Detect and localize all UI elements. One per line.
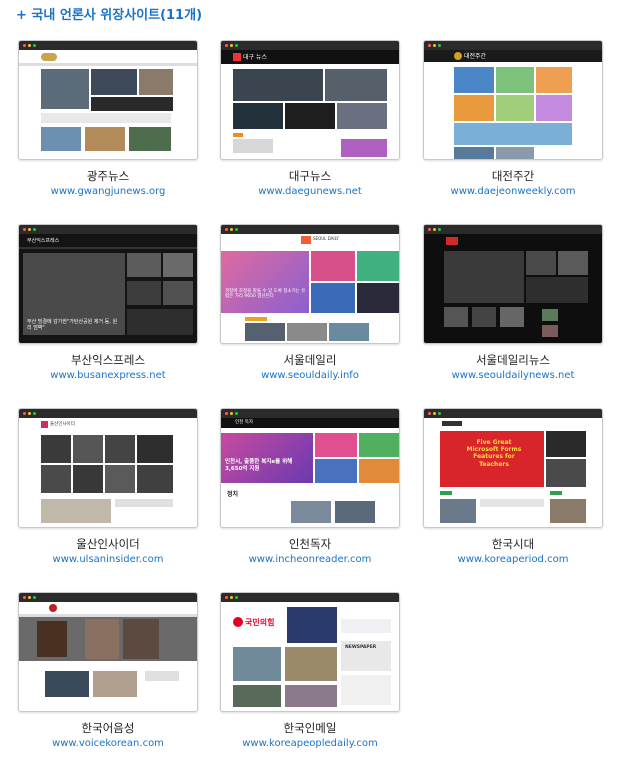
- site-name: 광주뉴스: [86, 169, 130, 183]
- browser-chrome: [424, 409, 602, 418]
- site-name: 부산익스프레스: [70, 353, 146, 367]
- headline-text: Five Great Microsoft Forms Features for …: [466, 439, 522, 468]
- headline-text: 부산 빙결에 감가한"가탄산공원 제거 등, 원리 엄벽": [27, 319, 118, 331]
- site-name: 한국시대: [491, 537, 535, 551]
- logo-badge: [454, 52, 462, 60]
- headline-text: 경찰에 조정을 맡을 수 있 도록 정소기는 유럽은 가리 9650 결산된다: [225, 289, 306, 300]
- site-screenshot[interactable]: SEOUL DAILY 경찰에 조정을 맡을 수 있 도록 정소기는 유럽은 가…: [220, 224, 400, 344]
- browser-chrome: [19, 41, 197, 50]
- browser-chrome: [221, 409, 399, 418]
- logo-icon: [446, 237, 458, 245]
- site-screenshot[interactable]: 대구 뉴스: [220, 40, 400, 160]
- newspaper-banner-text: NEWSPAPER: [345, 645, 377, 650]
- site-screenshot[interactable]: 국민의힘 NEWSPAPER: [220, 592, 400, 712]
- site-logo-text: 인천 독자: [235, 420, 253, 425]
- site-url-link[interactable]: www.busanexpress.net: [18, 370, 198, 381]
- browser-chrome: [19, 593, 197, 602]
- site-logo-text: 울산인사이더: [50, 422, 75, 427]
- site-url-link[interactable]: www.voicekorean.com: [18, 738, 198, 749]
- browser-chrome: [221, 41, 399, 50]
- logo-icon: [49, 604, 57, 612]
- browser-chrome: [424, 41, 602, 50]
- site-name: 대구뉴스: [288, 169, 332, 183]
- site-url-link[interactable]: www.koreapeopledaily.com: [220, 738, 400, 749]
- site-url-link[interactable]: www.seouldailynews.net: [423, 370, 603, 381]
- site-screenshot[interactable]: 인천 독자 인천시, 출품한 복지e를 위해 3,650억 지원 정치: [220, 408, 400, 528]
- site-name: 한국인메일: [283, 721, 337, 735]
- browser-chrome: [221, 593, 399, 602]
- logo-badge: [41, 53, 57, 61]
- site-url-link[interactable]: www.ulsaninsider.com: [18, 554, 198, 565]
- logo-icon: [41, 421, 48, 428]
- party-logo-text: 국민의힘: [245, 618, 275, 627]
- site-logo-text: 부산익스프레스: [27, 238, 60, 244]
- site-screenshot[interactable]: 울산인사이더: [18, 408, 198, 528]
- logo-icon: [442, 421, 462, 426]
- site-screenshot[interactable]: 부산익스프레스 부산 빙결에 감가한"가탄산공원 제거 등, 원리 엄벽": [18, 224, 198, 344]
- browser-chrome: [19, 409, 197, 418]
- section-title: 정치: [227, 491, 239, 498]
- site-screenshot[interactable]: [18, 592, 198, 712]
- site-url-link[interactable]: www.incheonreader.com: [220, 554, 400, 565]
- party-logo-icon: [233, 617, 243, 627]
- site-screenshot[interactable]: 대전주간: [423, 40, 603, 160]
- site-name: 울산인사이더: [76, 537, 140, 551]
- site-logo-text: SEOUL DAILY: [313, 236, 339, 241]
- site-screenshot[interactable]: [423, 224, 603, 344]
- logo-icon: [233, 53, 241, 61]
- site-url-link[interactable]: www.koreaperiod.com: [423, 554, 603, 565]
- logo-icon: [301, 236, 311, 244]
- browser-chrome: [19, 225, 197, 234]
- site-logo-text: 대전주간: [464, 53, 487, 60]
- site-name: 인천독자: [288, 537, 332, 551]
- headline-text: 인천시, 출품한 복지e를 위해 3,650억 지원: [225, 459, 293, 472]
- section-heading: + 국내 언론사 위장사이트(11개): [16, 8, 203, 23]
- site-logo-text: 대구 뉴스: [243, 54, 267, 61]
- site-url-link[interactable]: www.daejeonweekly.com: [423, 186, 603, 197]
- site-url-link[interactable]: www.daegunews.net: [220, 186, 400, 197]
- site-name: 대전주간: [491, 169, 535, 183]
- site-screenshot[interactable]: Five Great Microsoft Forms Features for …: [423, 408, 603, 528]
- browser-chrome: [424, 225, 602, 234]
- site-name: 한국어음성: [81, 721, 135, 735]
- site-url-link[interactable]: www.seouldaily.info: [220, 370, 400, 381]
- site-name: 서울데일리: [283, 353, 337, 367]
- site-screenshot[interactable]: [18, 40, 198, 160]
- browser-chrome: [221, 225, 399, 234]
- site-url-link[interactable]: www.gwangjunews.org: [18, 186, 198, 197]
- site-name: 서울데일리뉴스: [475, 353, 551, 367]
